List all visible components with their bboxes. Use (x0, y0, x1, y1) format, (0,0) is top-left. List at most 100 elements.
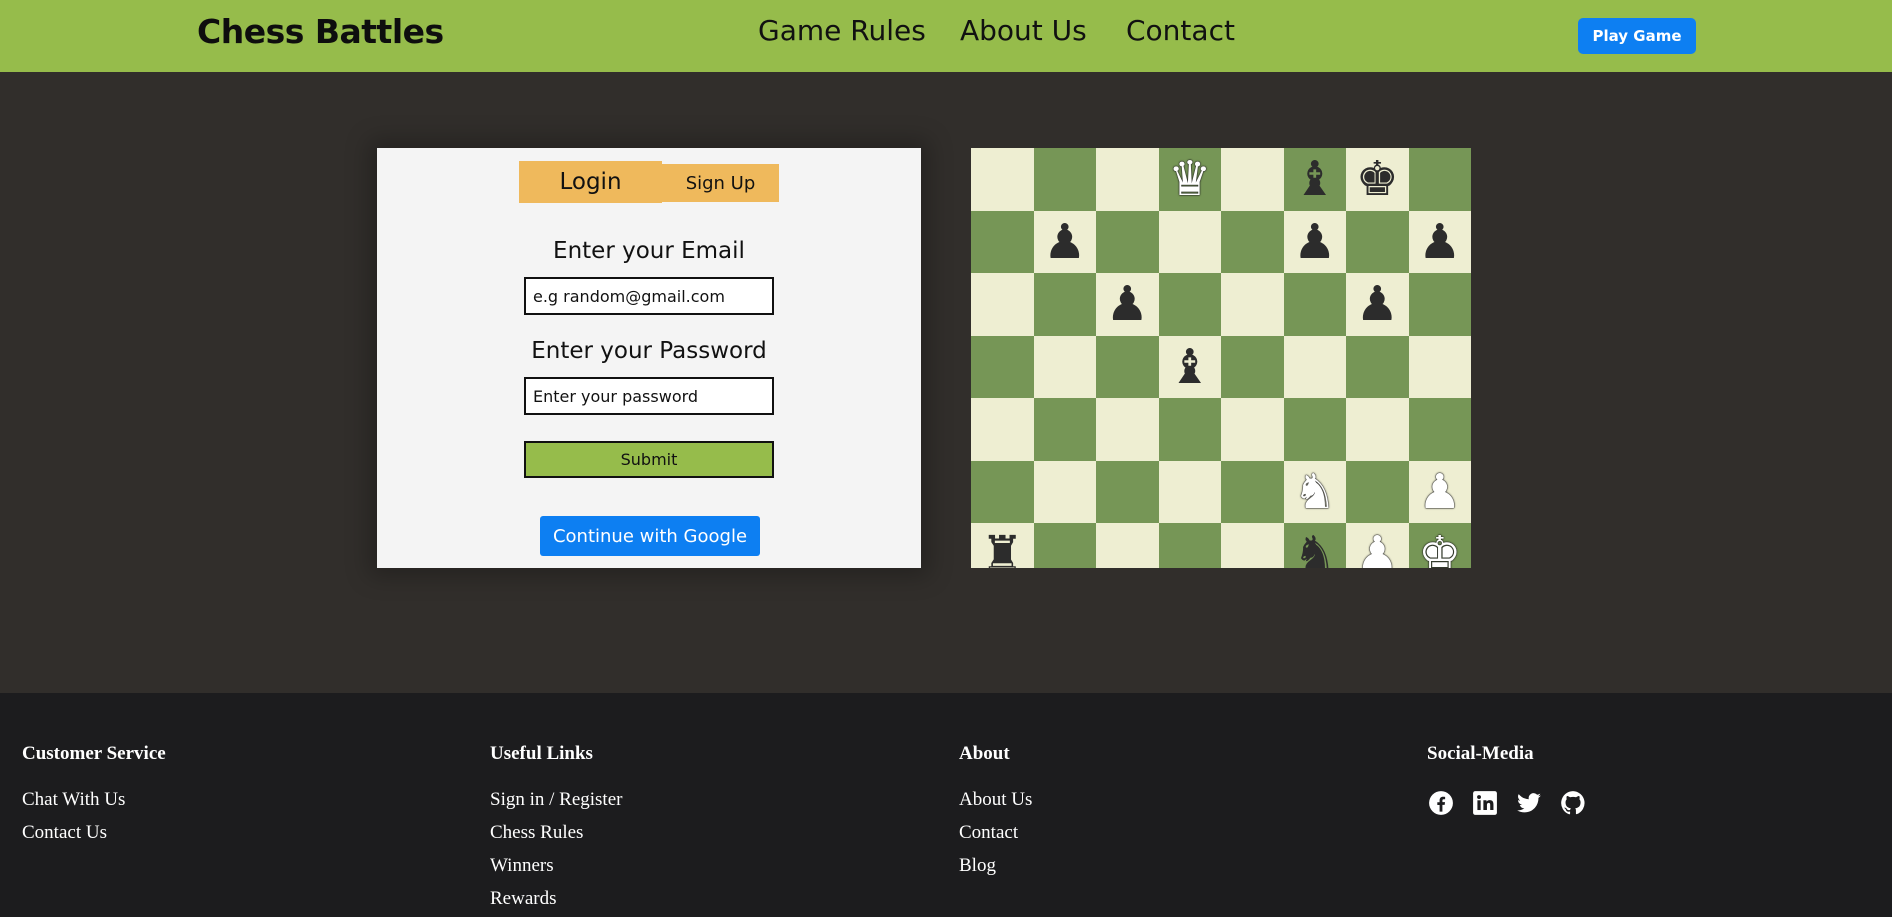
footer-col-about: About About Us Contact Blog (959, 743, 1032, 888)
board-square[interactable] (1346, 210, 1409, 273)
board-square[interactable] (1408, 335, 1471, 398)
board-square[interactable] (1408, 398, 1471, 461)
nav-contact[interactable]: Contact (1126, 14, 1235, 47)
black-pawn-icon[interactable]: ♟ (1293, 218, 1336, 266)
brand-logo[interactable]: Chess Battles (197, 12, 444, 51)
board-square[interactable] (971, 398, 1034, 461)
board-square[interactable] (1221, 210, 1284, 273)
board-square[interactable]: ♟ (1033, 210, 1096, 273)
board-square[interactable] (971, 148, 1034, 211)
board-square[interactable]: ♞ (1283, 460, 1346, 523)
linkedin-icon[interactable] (1471, 789, 1499, 817)
board-square[interactable]: ♟ (1283, 210, 1346, 273)
board-square[interactable] (1033, 460, 1096, 523)
board-square[interactable] (1033, 148, 1096, 211)
footer-link-chess-rules[interactable]: Chess Rules (490, 822, 622, 843)
board-square[interactable] (1096, 210, 1159, 273)
footer-link-about-us[interactable]: About Us (959, 789, 1032, 810)
footer-heading: About (959, 743, 1010, 764)
board-square[interactable] (1283, 335, 1346, 398)
black-king-icon[interactable]: ♚ (1356, 155, 1399, 203)
black-pawn-icon[interactable]: ♟ (1106, 280, 1149, 328)
footer-link-chat[interactable]: Chat With Us (22, 789, 166, 810)
board-square[interactable] (1346, 398, 1409, 461)
board-square[interactable] (971, 335, 1034, 398)
board-square[interactable]: ♚ (1346, 148, 1409, 211)
white-queen-icon[interactable]: ♛ (1168, 155, 1211, 203)
board-square[interactable]: ♟ (1096, 273, 1159, 336)
board-square[interactable] (1221, 398, 1284, 461)
board-square[interactable] (1158, 398, 1221, 461)
twitter-icon[interactable] (1515, 789, 1543, 817)
board-square[interactable] (1346, 335, 1409, 398)
board-square[interactable] (1408, 148, 1471, 211)
board-square[interactable] (971, 460, 1034, 523)
board-square[interactable] (1033, 273, 1096, 336)
footer-link-rewards[interactable]: Rewards (490, 888, 622, 909)
white-knight-icon[interactable]: ♞ (1293, 468, 1336, 516)
board-square[interactable] (1283, 273, 1346, 336)
board-square[interactable]: ♟ (1346, 273, 1409, 336)
footer-link-sign-in[interactable]: Sign in / Register (490, 789, 622, 810)
nav-about-us[interactable]: About Us (960, 14, 1087, 47)
board-square[interactable]: ♟ (1346, 523, 1409, 568)
board-square[interactable] (1221, 273, 1284, 336)
board-square[interactable] (1346, 460, 1409, 523)
board-square[interactable]: ♟ (1408, 210, 1471, 273)
black-pawn-icon[interactable]: ♟ (1356, 280, 1399, 328)
board-square[interactable] (971, 273, 1034, 336)
password-field[interactable] (524, 377, 774, 415)
black-pawn-icon[interactable]: ♟ (1043, 218, 1086, 266)
board-square[interactable] (1158, 273, 1221, 336)
black-pawn-icon[interactable]: ♟ (1418, 218, 1461, 266)
black-rook-icon[interactable]: ♜ (981, 530, 1024, 568)
board-square[interactable] (1283, 398, 1346, 461)
footer-link-contact[interactable]: Contact (959, 822, 1032, 843)
board-square[interactable] (1158, 523, 1221, 568)
board-square[interactable] (1033, 335, 1096, 398)
board-square[interactable] (1033, 523, 1096, 568)
tab-sign-up[interactable]: Sign Up (662, 164, 779, 202)
tab-login[interactable]: Login (519, 161, 662, 203)
board-square[interactable] (1221, 523, 1284, 568)
footer-heading: Customer Service (22, 743, 166, 764)
board-square[interactable]: ♝ (1283, 148, 1346, 211)
submit-button[interactable]: Submit (524, 441, 774, 478)
footer-link-blog[interactable]: Blog (959, 855, 1032, 876)
board-square[interactable] (1096, 460, 1159, 523)
google-login-button[interactable]: Continue with Google (540, 516, 760, 556)
board-square[interactable]: ♟ (1408, 460, 1471, 523)
white-king-icon[interactable]: ♚ (1418, 530, 1461, 568)
nav-game-rules[interactable]: Game Rules (758, 14, 926, 47)
board-square[interactable] (1096, 335, 1159, 398)
board-square[interactable] (1158, 210, 1221, 273)
black-bishop-icon[interactable]: ♝ (1168, 343, 1211, 391)
chess-board[interactable]: ♛ ♝ ♚ ♟ ♟ ♟ ♟ ♟ ♝ ♞ ♟ ♜ ♞ ♟ ♚ (971, 148, 1471, 568)
play-game-button[interactable]: Play Game (1578, 18, 1696, 54)
facebook-icon[interactable] (1427, 789, 1455, 817)
board-square[interactable] (1158, 460, 1221, 523)
black-bishop-icon[interactable]: ♝ (1293, 155, 1336, 203)
white-pawn-icon[interactable]: ♟ (1418, 468, 1461, 516)
board-square[interactable] (1096, 523, 1159, 568)
board-square[interactable]: ♛ (1158, 148, 1221, 211)
board-square[interactable] (1221, 460, 1284, 523)
board-square[interactable]: ♜ (971, 523, 1034, 568)
board-square[interactable]: ♝ (1158, 335, 1221, 398)
board-square[interactable] (971, 210, 1034, 273)
white-pawn-icon[interactable]: ♟ (1356, 530, 1399, 568)
board-square[interactable]: ♚ (1408, 523, 1471, 568)
footer-link-contact-us[interactable]: Contact Us (22, 822, 166, 843)
board-square[interactable] (1221, 148, 1284, 211)
board-square[interactable] (1408, 273, 1471, 336)
footer-heading: Useful Links (490, 743, 593, 764)
board-square[interactable] (1221, 335, 1284, 398)
board-square[interactable] (1096, 148, 1159, 211)
email-field[interactable] (524, 277, 774, 315)
board-square[interactable] (1033, 398, 1096, 461)
board-square[interactable] (1096, 398, 1159, 461)
black-knight-icon[interactable]: ♞ (1293, 530, 1336, 568)
footer-link-winners[interactable]: Winners (490, 855, 622, 876)
board-square[interactable]: ♞ (1283, 523, 1346, 568)
github-icon[interactable] (1559, 789, 1587, 817)
